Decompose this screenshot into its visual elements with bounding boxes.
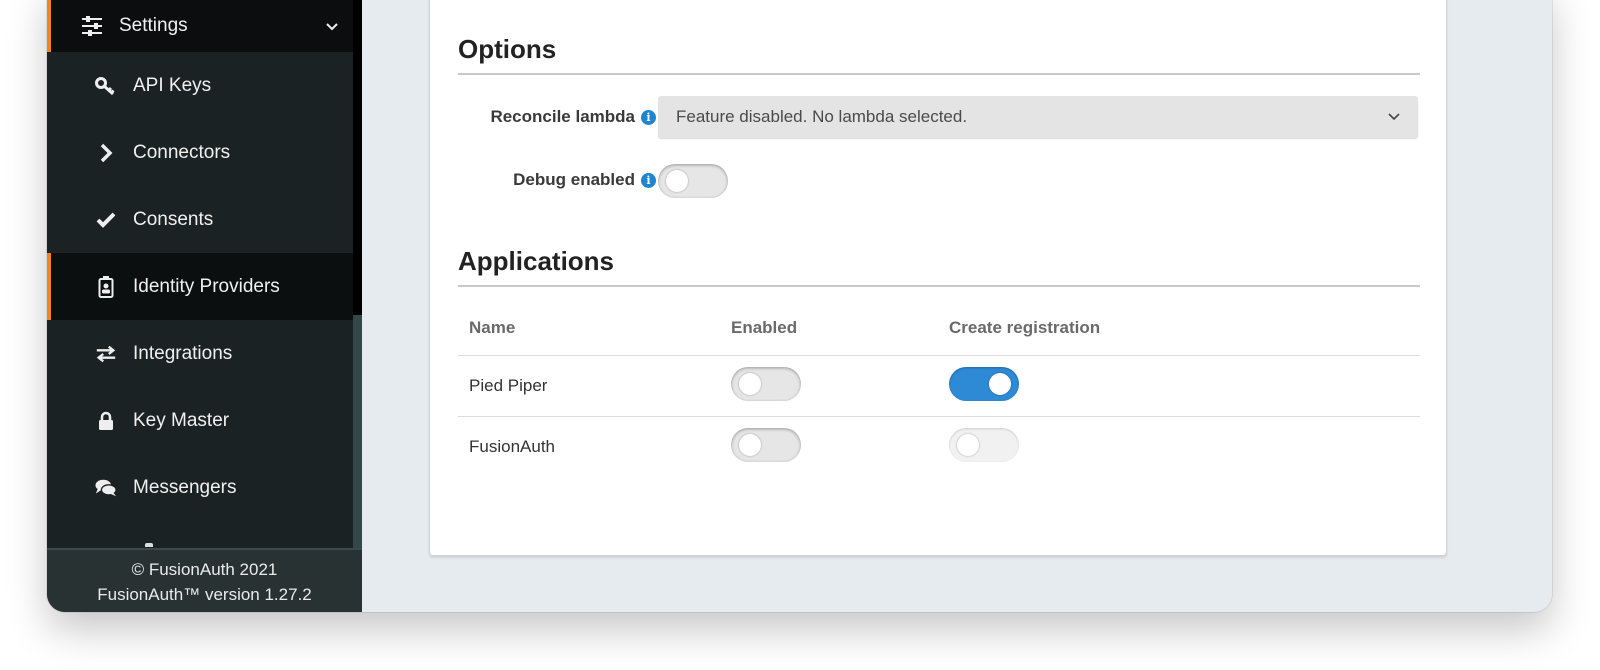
enabled-toggle[interactable]: [731, 367, 801, 401]
table-header: Name Enabled Create registration: [458, 318, 1420, 356]
column-header-name: Name: [469, 318, 516, 337]
toggle-knob: [989, 373, 1011, 395]
reconcile-lambda-label-text: Reconcile lambda: [490, 107, 635, 126]
check-icon: [95, 209, 117, 231]
sidebar-item-identity-providers[interactable]: Identity Providers: [47, 253, 362, 320]
chevron-down-icon: [1388, 106, 1400, 126]
applications-table: Name Enabled Create registration Pied Pi…: [458, 318, 1420, 478]
sidebar-item-key-master[interactable]: Key Master: [47, 387, 362, 454]
copyright-text: © FusionAuth 2021: [131, 560, 278, 579]
enabled-toggle[interactable]: [731, 428, 801, 462]
reconcile-lambda-value: Feature disabled. No lambda selected.: [676, 107, 968, 126]
sidebar-nav: Settings API Keys Connectors Consents Id…: [47, 0, 362, 550]
sidebar-item-label: Consents: [133, 208, 214, 230]
version-text: FusionAuth™ version 1.27.2: [97, 585, 312, 604]
sidebar-item-label: Connectors: [133, 141, 231, 163]
sidebar-item-connectors[interactable]: Connectors: [47, 119, 362, 186]
info-icon[interactable]: i: [641, 109, 656, 125]
application-name: Pied Piper: [469, 376, 548, 395]
column-header-create-registration: Create registration: [949, 318, 1101, 337]
sidebar-footer: © FusionAuth 2021 FusionAuth™ version 1.…: [47, 548, 362, 612]
application-name: FusionAuth: [469, 437, 555, 456]
comments-icon: [95, 477, 117, 499]
sidebar-item-label: Key Master: [133, 409, 230, 431]
toggle-knob: [666, 170, 688, 192]
id-badge-icon: [95, 275, 117, 298]
table-row: FusionAuth: [458, 417, 1420, 478]
chevron-down-icon: [326, 15, 338, 37]
info-icon[interactable]: i: [641, 172, 656, 188]
debug-enabled-toggle[interactable]: [658, 164, 728, 198]
exchange-icon: [95, 343, 117, 365]
partially-hidden-icon: [145, 543, 153, 547]
sidebar-item-label: Messengers: [133, 476, 237, 498]
options-section-title: Options: [458, 34, 1420, 75]
reconcile-lambda-label: Reconcile lambda i: [490, 107, 656, 127]
sidebar-item-messengers[interactable]: Messengers: [47, 454, 362, 521]
applications-section-title: Applications: [458, 246, 1420, 287]
toggle-knob: [957, 434, 979, 456]
sidebar-item-label: API Keys: [133, 74, 212, 96]
create-registration-toggle[interactable]: [949, 428, 1019, 462]
sidebar-item-label: Settings: [119, 15, 188, 36]
column-header-enabled: Enabled: [731, 318, 798, 337]
sidebar-item-settings[interactable]: Settings: [47, 0, 362, 52]
sidebar-item-api-keys[interactable]: API Keys: [47, 52, 362, 119]
create-registration-toggle[interactable]: [949, 367, 1019, 401]
chevron-right-icon: [95, 142, 117, 164]
toggle-knob: [739, 373, 761, 395]
sidebar-scrollbar-thumb[interactable]: [353, 315, 362, 550]
identity-provider-form-card: Options Reconcile lambda i Feature disab…: [429, 0, 1447, 556]
sidebar-item-label: Identity Providers: [133, 275, 280, 297]
sliders-icon: [81, 15, 103, 37]
table-row: Pied Piper: [458, 356, 1420, 417]
lock-icon: [95, 410, 117, 432]
sidebar-item-consents[interactable]: Consents: [47, 186, 362, 253]
sidebar-item-label: Integrations: [133, 342, 233, 364]
app-window: Settings API Keys Connectors Consents Id…: [47, 0, 1552, 612]
reconcile-lambda-select[interactable]: Feature disabled. No lambda selected.: [658, 96, 1418, 138]
sidebar-item-integrations[interactable]: Integrations: [47, 320, 362, 387]
debug-enabled-label: Debug enabled i: [513, 170, 656, 190]
toggle-knob: [739, 434, 761, 456]
sidebar: Settings API Keys Connectors Consents Id…: [47, 0, 362, 612]
key-icon: [95, 75, 117, 97]
debug-enabled-label-text: Debug enabled: [513, 170, 635, 189]
